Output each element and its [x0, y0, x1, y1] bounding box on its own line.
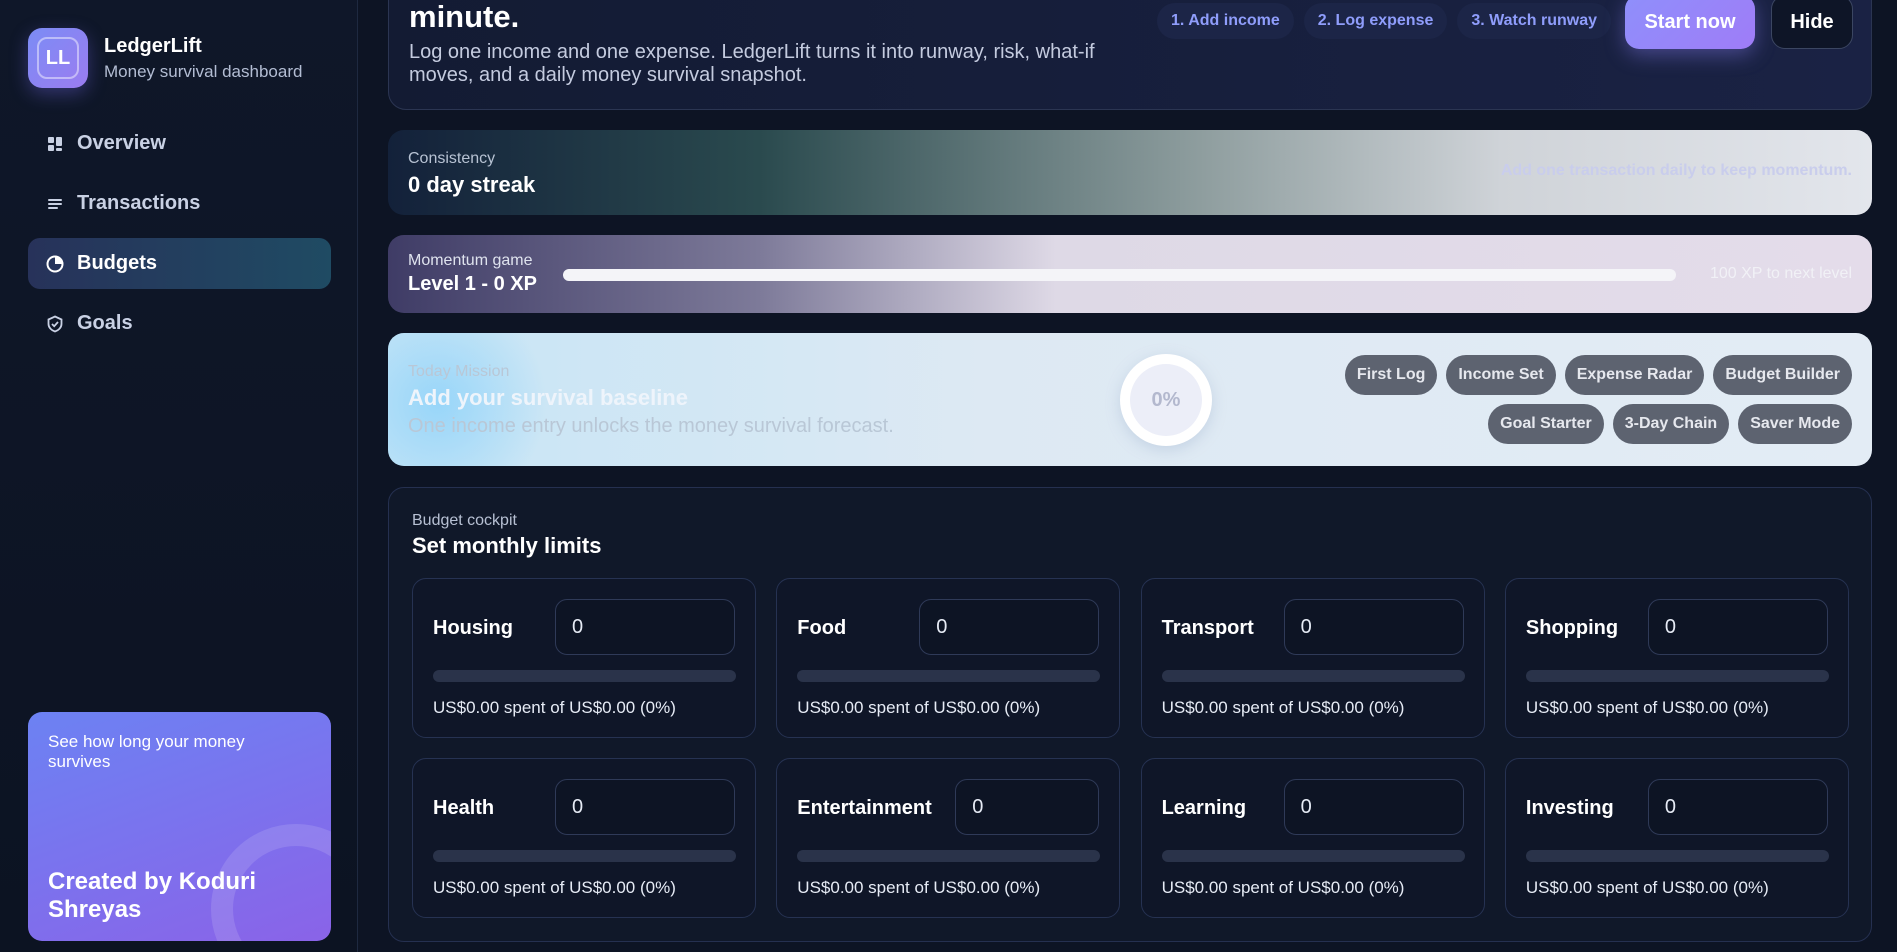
start-now-button[interactable]: Start now [1625, 0, 1755, 49]
hide-button[interactable]: Hide [1771, 0, 1853, 49]
brand-logo-text: LL [37, 37, 79, 79]
budget-status: US$0.00 spent of US$0.00 (0%) [433, 878, 676, 897]
budget-progress-bar [1161, 670, 1465, 682]
budget-limit-input[interactable] [555, 779, 735, 835]
cockpit-label: Budget cockpit [412, 512, 517, 529]
budget-limit-input[interactable] [919, 599, 1100, 655]
xp-hint: 100 XP to next level [1709, 265, 1852, 282]
momentum-card: Momentum game Level 1 - 0 XP 100 XP to n… [388, 235, 1872, 313]
sidebar-item-overview[interactable]: Overview [28, 118, 331, 169]
budget-limit-input[interactable] [1283, 599, 1464, 655]
budget-grid: Housing US$0.00 spent of US$0.00 (0%) Fo… [412, 578, 1849, 918]
sidebar-item-transactions[interactable]: Transactions [28, 178, 331, 229]
sidebar-item-label: Budgets [77, 252, 157, 274]
budget-card-entertainment: Entertainment US$0.00 spent of US$0.00 (… [776, 758, 1121, 918]
streak-label: Consistency [408, 150, 496, 167]
budget-progress-bar [433, 670, 736, 682]
streak-hint: Add one transaction daily to keep moment… [1500, 162, 1852, 179]
budget-card-investing: Investing US$0.00 spent of US$0.00 (0%) [1504, 758, 1849, 918]
sidebar-item-label: Transactions [77, 192, 201, 214]
streak-card: Consistency 0 day streak Add one transac… [388, 130, 1872, 215]
mission-progress-ring: 0% [1120, 354, 1212, 446]
budget-card-learning: Learning US$0.00 spent of US$0.00 (0%) [1140, 758, 1485, 918]
budget-progress-bar [797, 850, 1101, 862]
budget-status: US$0.00 spent of US$0.00 (0%) [1525, 878, 1769, 897]
budget-cockpit: Budget cockpit Set monthly limits Housin… [388, 487, 1872, 942]
onboarding-steps: 1. Add income 2. Log expense 3. Watch ru… [1157, 3, 1612, 39]
promo-card: See how long your money survives Created… [28, 712, 331, 941]
brand-logo: LL [28, 28, 88, 88]
budget-category-name: Learning [1161, 797, 1247, 819]
budget-status: US$0.00 spent of US$0.00 (0%) [797, 698, 1041, 717]
brand-text: LedgerLift Money survival dashboard [104, 35, 302, 82]
budget-category-name: Investing [1525, 797, 1614, 819]
badge-goal-starter: Goal Starter [1488, 404, 1604, 444]
budget-card-transport: Transport US$0.00 spent of US$0.00 (0%) [1140, 578, 1485, 738]
step-watch-runway[interactable]: 3. Watch runway [1457, 3, 1612, 39]
budget-card-food: Food US$0.00 spent of US$0.00 (0%) [776, 578, 1121, 738]
cockpit-title: Set monthly limits [412, 533, 602, 558]
budget-category-name: Housing [433, 617, 513, 639]
mission-progress-label: 0% [1130, 364, 1202, 436]
budget-category-name: Shopping [1525, 617, 1619, 639]
budget-limit-input[interactable] [1647, 599, 1828, 655]
budget-category-name: Food [797, 617, 847, 639]
badge-income-set: Income Set [1446, 355, 1556, 395]
badge-budget-builder: Budget Builder [1713, 355, 1852, 395]
hero-description: Log one income and one expense. LedgerLi… [409, 41, 1095, 86]
budget-status: US$0.00 spent of US$0.00 (0%) [1161, 878, 1405, 897]
badge-saver-mode: Saver Mode [1738, 404, 1852, 444]
budget-category-name: Entertainment [797, 797, 932, 819]
list-icon [45, 197, 65, 211]
budget-status: US$0.00 spent of US$0.00 (0%) [433, 698, 676, 717]
sidebar: LL LedgerLift Money survival dashboard O… [0, 0, 358, 952]
streak-value: 0 day streak [408, 172, 536, 197]
badge-expense-radar: Expense Radar [1564, 355, 1705, 395]
hero-title: minute. [409, 0, 520, 34]
xp-progress-bar [563, 269, 1676, 281]
today-mission-card: Today Mission Add your survival baseline… [388, 333, 1872, 466]
pie-icon [45, 255, 65, 273]
budget-category-name: Transport [1161, 617, 1254, 639]
sidebar-nav: Overview Transactions Budgets Goals [28, 118, 331, 358]
step-add-income[interactable]: 1. Add income [1157, 3, 1294, 39]
budget-limit-input[interactable] [1283, 779, 1464, 835]
budget-status: US$0.00 spent of US$0.00 (0%) [1161, 698, 1405, 717]
budget-status: US$0.00 spent of US$0.00 (0%) [1525, 698, 1769, 717]
sidebar-item-budgets[interactable]: Budgets [28, 238, 331, 289]
sidebar-item-label: Overview [77, 132, 166, 154]
budget-category-name: Health [433, 797, 495, 819]
momentum-level: Level 1 - 0 XP [408, 273, 537, 295]
sidebar-item-goals[interactable]: Goals [28, 298, 331, 349]
budget-limit-input[interactable] [555, 599, 735, 655]
hero-banner: minute. Log one income and one expense. … [388, 0, 1872, 110]
budget-card-health: Health US$0.00 spent of US$0.00 (0%) [412, 758, 756, 918]
budget-progress-bar [797, 670, 1101, 682]
budget-progress-bar [433, 850, 736, 862]
grid-icon [45, 136, 65, 152]
badge-first-log: First Log [1344, 355, 1438, 395]
mission-title: Add your survival baseline [408, 385, 688, 410]
achievement-badges: First Log Income Set Expense Radar Budge… [1292, 355, 1852, 444]
budget-status: US$0.00 spent of US$0.00 (0%) [797, 878, 1041, 897]
brand[interactable]: LL LedgerLift Money survival dashboard [28, 28, 302, 88]
promo-credit: Created by Koduri Shreyas [48, 868, 257, 923]
budget-limit-input[interactable] [955, 779, 1100, 835]
mission-subtitle: One income entry unlocks the money survi… [408, 415, 894, 437]
brand-subtitle: Money survival dashboard [104, 61, 303, 81]
momentum-label: Momentum game [408, 252, 533, 269]
budget-card-shopping: Shopping US$0.00 spent of US$0.00 (0%) [1504, 578, 1849, 738]
brand-name: LedgerLift [104, 34, 202, 57]
sidebar-item-label: Goals [77, 312, 133, 334]
budget-limit-input[interactable] [1647, 779, 1828, 835]
mission-label: Today Mission [408, 363, 510, 380]
budget-progress-bar [1525, 670, 1829, 682]
promo-tagline: See how long your money survives [48, 732, 245, 771]
badge-3-day-chain: 3-Day Chain [1612, 404, 1730, 444]
budget-card-housing: Housing US$0.00 spent of US$0.00 (0%) [412, 578, 756, 738]
shield-check-icon [45, 315, 65, 333]
step-log-expense[interactable]: 2. Log expense [1303, 3, 1448, 39]
budget-progress-bar [1161, 850, 1465, 862]
budget-progress-bar [1525, 850, 1829, 862]
